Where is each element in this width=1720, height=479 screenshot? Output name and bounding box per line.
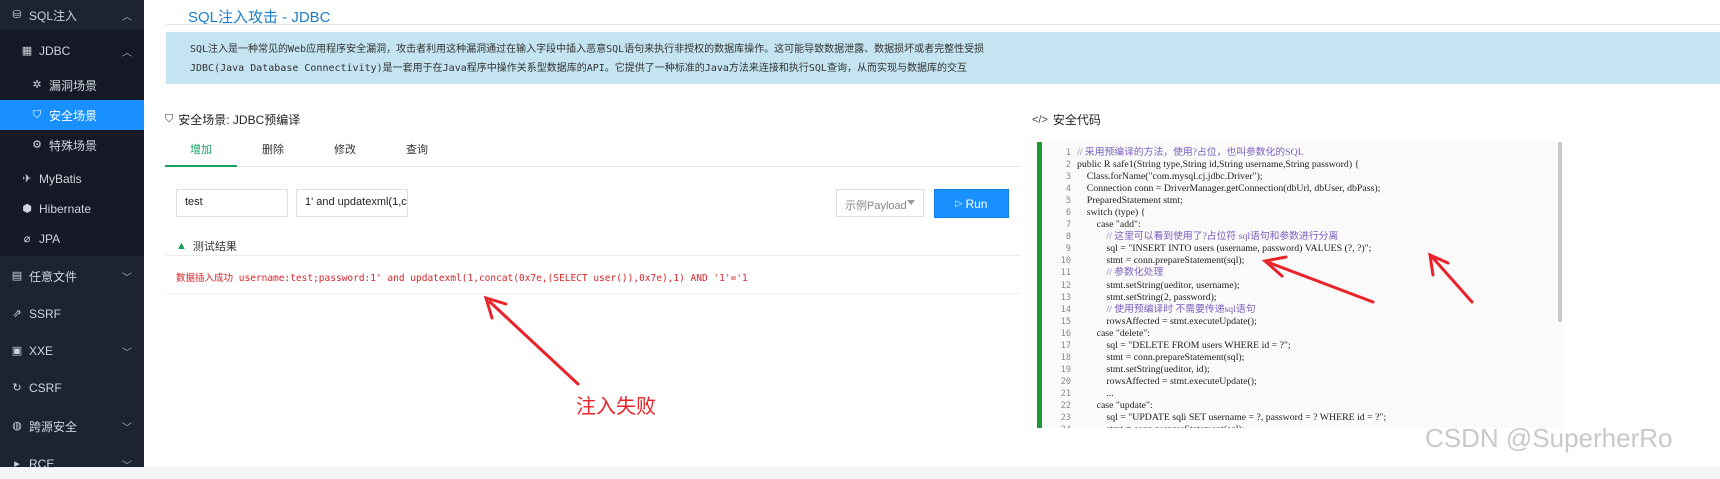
annotation-arrows — [483, 252, 1474, 386]
arrow-to-result — [483, 295, 580, 386]
arrow-to-placeholder-values — [1428, 252, 1474, 304]
watermark: CSDN @SuperherRo — [1425, 423, 1673, 453]
arrow-to-placeholder — [1261, 255, 1375, 304]
